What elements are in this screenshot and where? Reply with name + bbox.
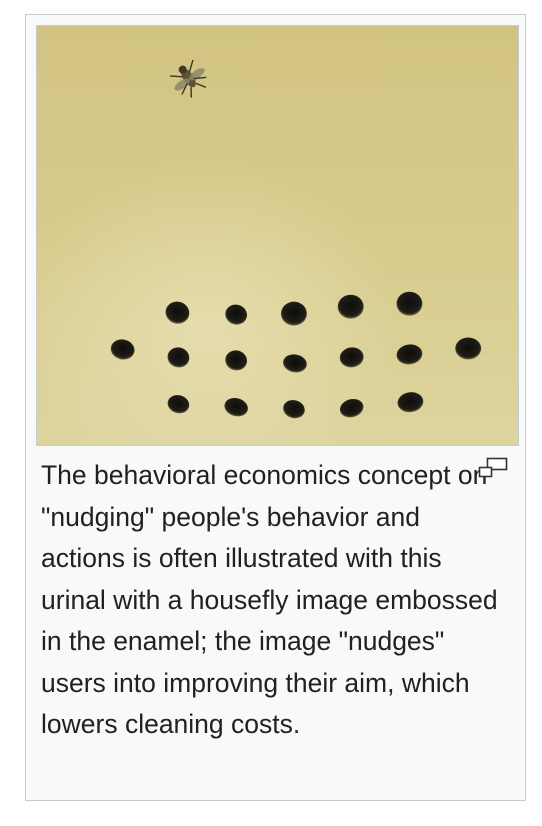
enlarge-image-button[interactable] bbox=[478, 457, 508, 479]
figure-thumbnail: The behavioral economics concept on "nud… bbox=[25, 14, 526, 801]
magnify-clip-icon bbox=[478, 457, 508, 478]
figure-caption: The behavioral economics concept on "nud… bbox=[41, 460, 498, 739]
figure-image-link[interactable] bbox=[36, 25, 519, 446]
urinal-photo bbox=[37, 26, 518, 445]
